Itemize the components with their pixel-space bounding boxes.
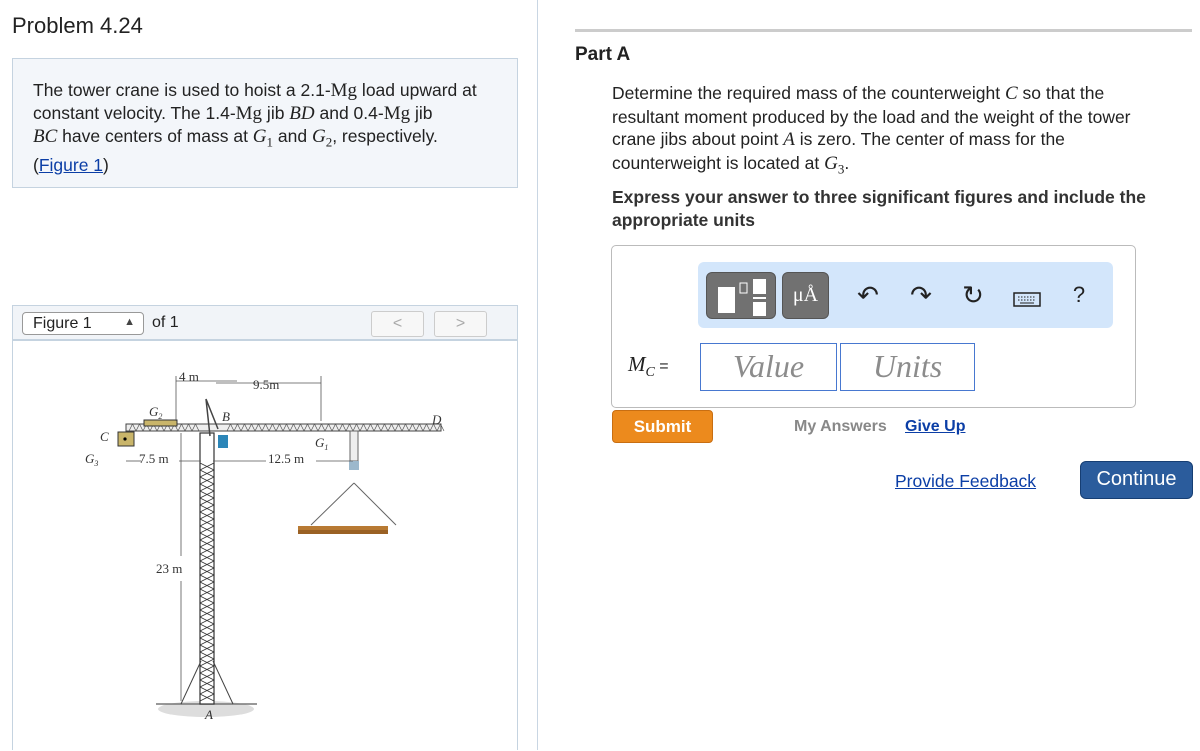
tower-brace <box>180 660 202 705</box>
figure-header: Figure 1 ▲ of 1 < > <box>13 306 517 341</box>
text: and 0.4- <box>314 103 384 123</box>
unit: Mg <box>330 80 358 101</box>
hook-block <box>349 461 359 470</box>
my-answers-link: My Answers <box>794 418 887 435</box>
text: The tower crane is used to hoist a 2.1- <box>33 80 331 100</box>
unit: Mg <box>235 103 263 124</box>
part-divider <box>575 29 1192 32</box>
figure-select-value: Figure 1 <box>33 315 92 332</box>
label-g1: G1 <box>315 435 328 452</box>
undo-icon[interactable]: ↶ <box>853 280 883 311</box>
keyboard-icon[interactable] <box>1012 284 1042 315</box>
text: . <box>844 152 850 173</box>
problem-statement: The tower crane is used to hoist a 2.1-M… <box>12 58 518 188</box>
label-g3: G3 <box>85 451 98 468</box>
dim-9-5m: 9.5m <box>253 377 279 392</box>
units-button[interactable]: μÅ <box>782 272 829 319</box>
var-sub: C <box>645 364 655 380</box>
label-c: C <box>100 429 109 444</box>
cab <box>218 435 228 448</box>
math: BD <box>289 103 315 124</box>
text: , respectively. <box>332 126 438 146</box>
math: BC <box>33 126 58 147</box>
figure-link[interactable]: Figure 1 <box>39 155 103 175</box>
dim-23m: 23 m <box>156 561 182 576</box>
math-toolbar: μÅ ↶ ↷ ↻ ? <box>698 262 1113 328</box>
continue-button[interactable]: Continue <box>1080 461 1193 499</box>
text: jib <box>410 103 433 123</box>
value-input[interactable]: Value <box>700 343 837 391</box>
problem-title: Problem 4.24 <box>12 13 143 38</box>
dim-12-5m: 12.5 m <box>268 451 304 466</box>
dim-7-5m: 7.5 m <box>139 451 169 466</box>
fraction-template-icon <box>718 279 766 316</box>
math: G <box>252 126 267 147</box>
reset-icon[interactable]: ↻ <box>958 280 988 311</box>
figure-count: of 1 <box>152 314 179 331</box>
figure-select[interactable]: Figure 1 ▲ <box>22 312 144 335</box>
text: and <box>273 126 312 146</box>
text: jib <box>262 103 290 123</box>
units-input[interactable]: Units <box>840 343 975 391</box>
provide-feedback-link[interactable]: Provide Feedback <box>895 471 1036 492</box>
crane-figure: 4 m 9.5m G2 B D C G1 G3 7.5 m 12.5 m 23 … <box>85 369 445 722</box>
updown-icon: ▲ <box>124 316 135 328</box>
unit: Mg <box>383 103 411 124</box>
var: M <box>628 352 646 376</box>
math: G <box>824 152 838 174</box>
equals: = <box>654 358 669 375</box>
templates-button[interactable] <box>706 272 776 319</box>
g3-point <box>123 437 127 441</box>
math: C <box>1004 83 1018 104</box>
redo-icon[interactable]: ↷ <box>906 280 936 311</box>
label-a: A <box>204 707 213 722</box>
answer-variable: MC = <box>628 352 669 381</box>
hoist-cable <box>349 430 359 462</box>
label-g2: G2 <box>149 404 162 421</box>
math: A <box>783 129 795 150</box>
prev-figure-button[interactable]: < <box>371 311 424 337</box>
tower-brace <box>212 660 234 705</box>
figure-panel: Figure 1 ▲ of 1 < > 4 m 9.5m G2 B D C G1… <box>12 305 518 750</box>
text: have centers of mass at <box>57 126 253 146</box>
question-text: Determine the required mass of the count… <box>612 82 1172 181</box>
give-up-link[interactable]: Give Up <box>905 418 965 436</box>
help-button[interactable]: ? <box>1064 282 1094 308</box>
label-b: B <box>222 409 230 424</box>
load <box>298 526 388 530</box>
sling <box>310 482 397 526</box>
part-title: Part A <box>575 44 631 65</box>
dim-4m: 4 m <box>179 369 199 384</box>
next-figure-button[interactable]: > <box>434 311 487 337</box>
text: Determine the required mass of the count… <box>612 83 1005 103</box>
math: G <box>311 126 326 147</box>
load <box>298 530 388 534</box>
submit-button[interactable]: Submit <box>612 410 713 443</box>
panel-divider <box>537 0 538 750</box>
text: ) <box>103 154 109 175</box>
instructions: Express your answer to three significant… <box>612 187 1146 230</box>
label-d: D <box>431 412 442 427</box>
